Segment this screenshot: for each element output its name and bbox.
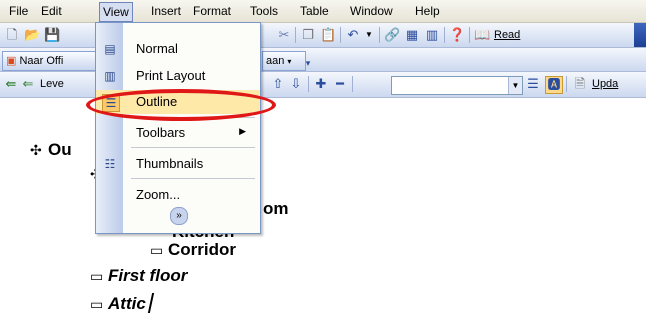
toolbar-overflow-handle[interactable] [634, 23, 646, 47]
collapse-icon[interactable]: ━ [332, 76, 348, 92]
outline-heading-1[interactable]: ✣ Ou [30, 140, 72, 160]
hyperlink-icon[interactable]: 🔗 [384, 27, 400, 43]
outline-heading-2[interactable]: ▭ First floor [90, 266, 187, 286]
collapse-minus-icon[interactable]: ▭ [90, 296, 108, 313]
expand-icon[interactable]: ✚ [313, 76, 329, 92]
promote-to-heading-icon[interactable]: ⇚ [3, 76, 19, 92]
copy-icon[interactable]: ❐ [300, 27, 316, 43]
print-layout-icon: ▥ [104, 69, 116, 83]
thumbnails-icon: ☷ [104, 157, 116, 171]
view-menu-item-normal[interactable]: ▤ Normal [96, 37, 260, 61]
toolbar-options-icon[interactable]: ▾ [302, 55, 314, 71]
menu-bar: File Edit View Insert Format Tools Table… [0, 0, 646, 23]
menu-format[interactable]: Format [190, 3, 234, 19]
read-button[interactable]: Read [494, 27, 520, 43]
view-menu-dropdown: ▤ Normal ▥ Print Layout ☰ Outline Toolba… [95, 22, 261, 234]
chevron-double-down-icon[interactable]: » [170, 207, 188, 225]
lijst-label: aan [266, 55, 285, 67]
collapse-minus-icon[interactable]: ▭ [90, 268, 108, 285]
menu-insert[interactable]: Insert [148, 3, 184, 19]
update-toc-icon[interactable]: 🗎 [572, 76, 588, 92]
outline-level-combo[interactable]: Leve [40, 76, 64, 92]
naar-office-label: Naar Offi [19, 55, 64, 67]
view-menu-item-zoom[interactable]: Zoom... [96, 183, 260, 207]
undo-dropdown-icon[interactable]: ▼ [361, 27, 377, 43]
menu-window[interactable]: Window [347, 3, 396, 19]
update-toc-button[interactable]: Upda [592, 76, 618, 92]
outline-heading-2[interactable]: ▭ Attic [90, 293, 154, 314]
save-icon[interactable]: 💾 [44, 27, 60, 43]
move-down-icon[interactable]: ⇩ [288, 76, 304, 92]
toolbar-separator [566, 76, 567, 92]
view-menu-item-toolbars[interactable]: Toolbars ▶ [96, 121, 260, 145]
move-up-icon[interactable]: ⇧ [270, 76, 286, 92]
insert-table-icon[interactable]: ▦ [404, 27, 420, 43]
show-level-dropdown[interactable]: ▼ [391, 76, 523, 95]
menu-tools[interactable]: Tools [247, 3, 281, 19]
chevron-down-icon: ▼ [508, 77, 522, 94]
outline-heading-3[interactable]: ▭ Corridor [150, 240, 236, 260]
office-logo-icon: ▣ [6, 55, 17, 67]
toolbar-separator [444, 27, 445, 43]
text-cursor [147, 293, 154, 313]
view-menu-item-thumbnails[interactable]: ☷ Thumbnails [96, 152, 260, 176]
new-document-icon[interactable]: 🗋 [4, 27, 20, 43]
toolbar-separator [379, 27, 380, 43]
toolbar-separator [469, 27, 470, 43]
show-formatting-icon[interactable]: 🅰 [545, 76, 563, 94]
outline-heading-3[interactable]: om [263, 199, 289, 219]
expand-plus-icon[interactable]: ✣ [30, 142, 48, 159]
toolbar-separator [340, 27, 341, 43]
toolbar-separator [352, 76, 353, 92]
show-first-line-icon[interactable]: ☰ [525, 76, 541, 92]
open-folder-icon[interactable]: 📂 [24, 27, 40, 43]
help-icon[interactable]: ❓ [449, 27, 465, 43]
toolbar-separator [295, 27, 296, 43]
menu-table[interactable]: Table [297, 3, 332, 19]
cut-icon[interactable]: ✂ [276, 27, 292, 43]
menu-file[interactable]: File [6, 3, 31, 19]
read-book-icon[interactable]: 📖 [474, 27, 490, 43]
toolbar-separator [308, 76, 309, 92]
paste-icon[interactable]: 📋 [320, 27, 336, 43]
menu-help[interactable]: Help [412, 3, 443, 19]
annotation-ellipse [86, 89, 276, 121]
menu-divider [131, 178, 255, 179]
menu-view[interactable]: View [99, 2, 133, 22]
collapse-minus-icon[interactable]: ▭ [150, 242, 168, 259]
undo-icon[interactable]: ↶ [345, 27, 361, 43]
menu-edit[interactable]: Edit [38, 3, 65, 19]
view-menu-item-print-layout[interactable]: ▥ Print Layout [96, 64, 260, 88]
submenu-arrow-icon: ▶ [239, 126, 246, 136]
lijst-dropdown-button[interactable]: aan ▾ [262, 51, 306, 71]
normal-view-icon: ▤ [104, 42, 116, 56]
promote-icon[interactable]: ⇐ [20, 76, 36, 92]
columns-icon[interactable]: ▥ [424, 27, 440, 43]
chevron-down-icon: ▾ [287, 57, 292, 66]
naar-office-button[interactable]: ▣ Naar Offi [2, 51, 102, 71]
menu-divider [131, 147, 255, 148]
